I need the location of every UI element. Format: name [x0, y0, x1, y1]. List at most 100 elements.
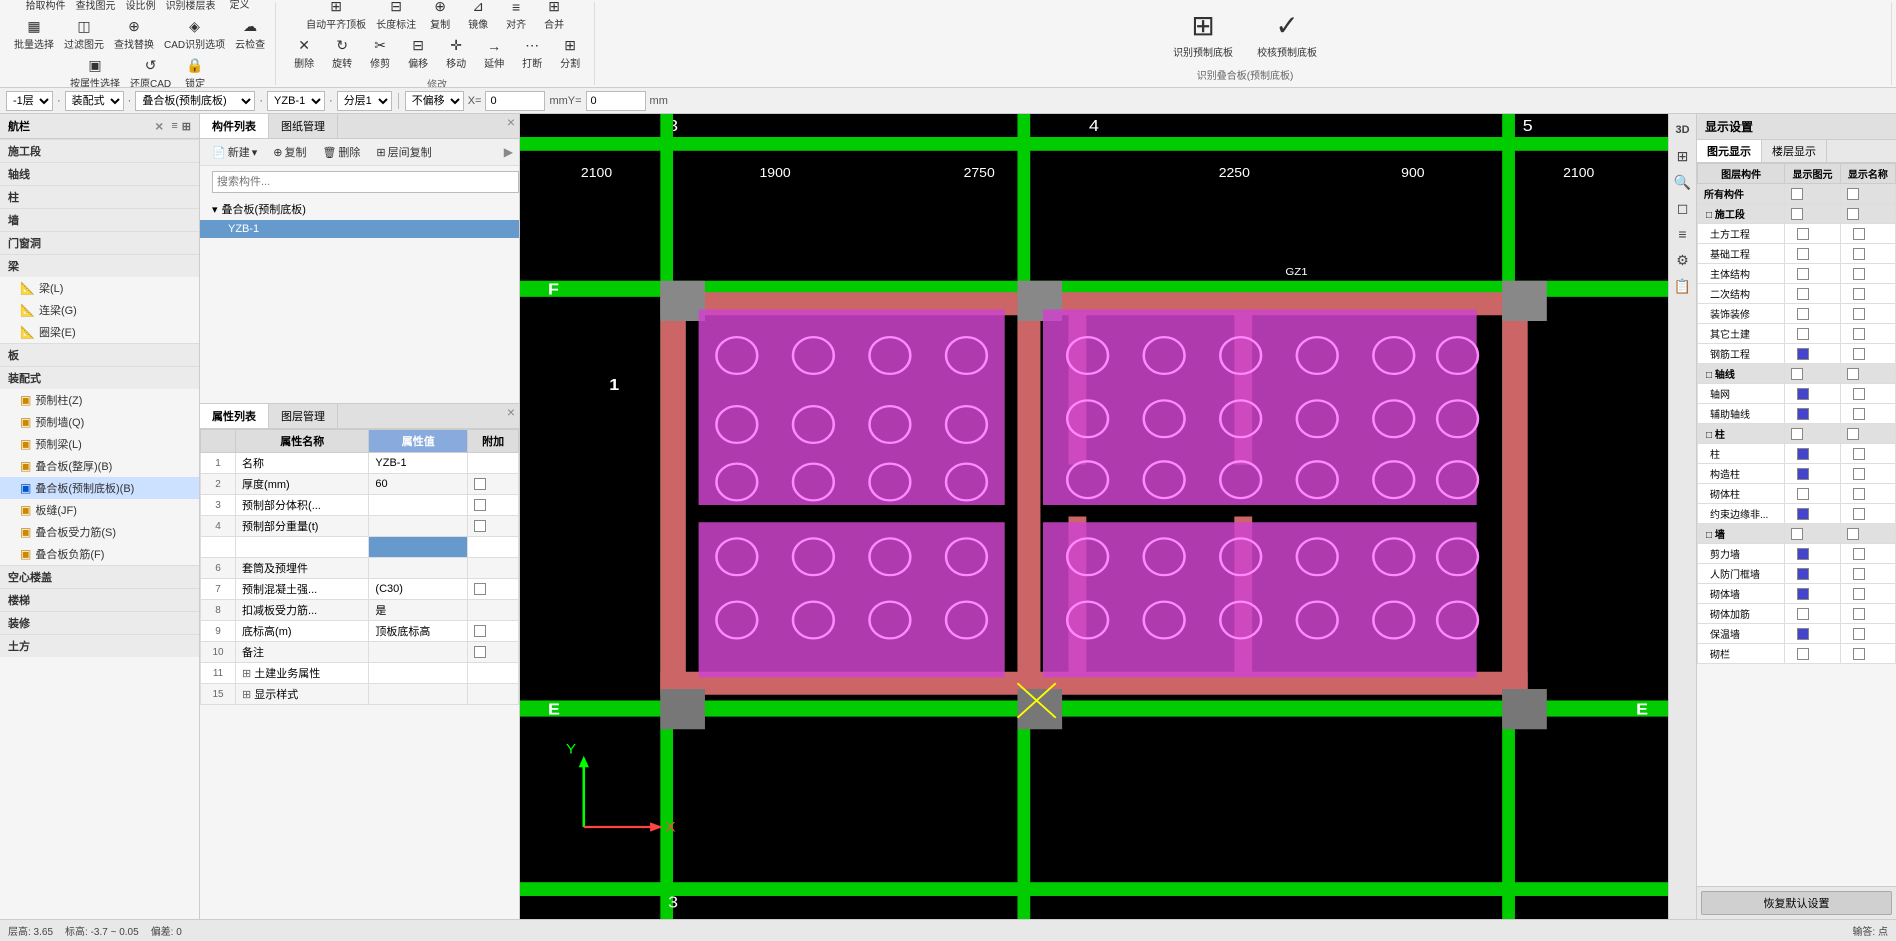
rt-zhuwang-show[interactable]: [1785, 384, 1840, 404]
define-btn[interactable]: ≡ 定义: [222, 0, 258, 13]
rt-tufang-show[interactable]: [1785, 224, 1840, 244]
length-mark-btn[interactable]: ⊟ 长度标注: [372, 0, 420, 33]
rt-jichu-name[interactable]: [1840, 244, 1895, 264]
search-input[interactable]: [212, 171, 519, 193]
mode-select[interactable]: 装配式: [65, 91, 124, 111]
auto-flat-btn[interactable]: ⊞ 自动平齐顶板: [302, 0, 370, 33]
rt-qiti-name[interactable]: [1840, 484, 1895, 504]
prop-val-5[interactable]: [369, 537, 468, 558]
rt-shigong-name[interactable]: [1840, 204, 1895, 224]
batch-select-btn[interactable]: ▦ 批量选择: [10, 16, 58, 53]
rt-tufang-name[interactable]: [1840, 224, 1895, 244]
right-tab-floor[interactable]: 楼层显示: [1762, 140, 1827, 162]
nav-item-yzqiang[interactable]: ▣ 预制墙(Q): [0, 411, 199, 433]
prop-val-4[interactable]: [369, 516, 468, 537]
rt-zhu-name[interactable]: [1840, 424, 1895, 444]
nav-item-fujin[interactable]: ▣ 叠合板负筋(F): [0, 543, 199, 565]
rt-qiang-show[interactable]: [1785, 524, 1840, 544]
prop-val-8[interactable]: 是: [369, 600, 468, 621]
nav-item-lian-liang[interactable]: 📐 连梁(G): [0, 299, 199, 321]
nav-grid-icon[interactable]: ⊞: [182, 120, 191, 133]
restore-cad-btn[interactable]: ↺ 还原CAD: [126, 55, 175, 89]
rt-renfang-show[interactable]: [1785, 564, 1840, 584]
prop-cb-9[interactable]: [468, 621, 519, 642]
canvas-area[interactable]: 3 4 5 2100 1900 2750 2250 900 2100 F E: [520, 114, 1668, 919]
merge-btn[interactable]: ⊞ 合并: [536, 0, 572, 33]
rt-gangjin-name[interactable]: [1840, 344, 1895, 364]
rt-all-show[interactable]: [1785, 184, 1840, 204]
nav-item-yzzhu[interactable]: ▣ 预制柱(Z): [0, 389, 199, 411]
lock-btn[interactable]: 🔒 锁定: [177, 55, 213, 89]
rt-qitiq-show[interactable]: [1785, 584, 1840, 604]
mirror-btn[interactable]: ⊿ 镜像: [460, 0, 496, 33]
comp-new-btn[interactable]: 📄 新建 ▾: [206, 142, 263, 162]
rt-qitijj-name[interactable]: [1840, 604, 1895, 624]
prop-val-2[interactable]: 60: [369, 474, 468, 495]
nav-item-diban-z[interactable]: ▣ 叠合板(整厚)(B): [0, 455, 199, 477]
y-input[interactable]: [586, 91, 646, 111]
prop-cb-2[interactable]: [468, 474, 519, 495]
set-ratio-btn[interactable]: ⊟ 设比例: [122, 0, 160, 14]
rt-zhuangs-name[interactable]: [1840, 304, 1895, 324]
rotate-btn[interactable]: ↻ 旋转: [324, 35, 360, 72]
nav-item-diban-b[interactable]: ▣ 叠合板(预制底板)(B): [0, 477, 199, 499]
rt-yueshuf-show[interactable]: [1785, 504, 1840, 524]
offset-select[interactable]: 不偏移: [405, 91, 464, 111]
cloud-check-btn[interactable]: ☁ 云检查: [231, 16, 269, 53]
delete-btn[interactable]: ✕ 删除: [286, 35, 322, 72]
right-tab-element[interactable]: 图元显示: [1697, 140, 1762, 162]
rt-baowenq-show[interactable]: [1785, 624, 1840, 644]
nav-close[interactable]: ×: [151, 118, 167, 134]
rt-qilan-name[interactable]: [1840, 644, 1895, 664]
trim-btn[interactable]: ✂ 修剪: [362, 35, 398, 72]
layer-btn[interactable]: ≡: [1671, 222, 1695, 246]
prop-tab-attr[interactable]: 属性列表: [200, 404, 269, 428]
prop-val-3[interactable]: [369, 495, 468, 516]
rt-jichu-show[interactable]: [1785, 244, 1840, 264]
prop-val-6[interactable]: [369, 558, 468, 579]
rt-zhuxian-name[interactable]: [1840, 364, 1895, 384]
expand-11[interactable]: ⊞: [242, 668, 251, 680]
tree-node-diban[interactable]: ▾ 叠合板(预制底板): [200, 198, 519, 220]
rt-ercijg-show[interactable]: [1785, 284, 1840, 304]
align-btn[interactable]: ≡ 对齐: [498, 0, 534, 33]
pick-component-btn[interactable]: ✛ 拾取构件: [22, 0, 70, 14]
zoom-in-btn[interactable]: 🔍: [1671, 170, 1695, 194]
settings-btn[interactable]: ⚙: [1671, 248, 1695, 272]
restore-defaults-btn[interactable]: 恢复默认设置: [1701, 891, 1892, 915]
tree-child-yzb1[interactable]: YZB-1: [200, 220, 519, 238]
rt-ercijg-name[interactable]: [1840, 284, 1895, 304]
layer-select[interactable]: 分层1: [337, 91, 392, 111]
rt-qiang-name[interactable]: [1840, 524, 1895, 544]
rt-baowenq-name[interactable]: [1840, 624, 1895, 644]
offset-btn[interactable]: ⊟ 偏移: [400, 35, 436, 72]
identify-composite-btn[interactable]: ⊞ 识别预制底板: [1165, 5, 1241, 63]
move-btn[interactable]: ✛ 移动: [438, 35, 474, 72]
extend-btn[interactable]: → 延伸: [476, 36, 512, 72]
nav-item-banceng[interactable]: ▣ 板缝(JF): [0, 499, 199, 521]
prop-val-15[interactable]: [369, 684, 468, 705]
prop-val-1[interactable]: YZB-1: [369, 453, 468, 474]
prop-cb-10[interactable]: [468, 642, 519, 663]
comp-tab-list[interactable]: 构件列表: [200, 114, 269, 138]
rt-gangjin-show[interactable]: [1785, 344, 1840, 364]
rt-yueshuf-name[interactable]: [1840, 504, 1895, 524]
identify-layer-btn[interactable]: ◈ 识别楼层表: [162, 0, 220, 14]
type-select[interactable]: 叠合板(预制底板): [135, 91, 255, 111]
rt-qita-show[interactable]: [1785, 324, 1840, 344]
dotted-btn[interactable]: ⋯ 打断: [514, 35, 550, 72]
rt-jianliq-name[interactable]: [1840, 544, 1895, 564]
rt-qitijj-show[interactable]: [1785, 604, 1840, 624]
verify-composite-btn[interactable]: ✓ 校核预制底板: [1249, 5, 1325, 63]
nav-item-shoulj[interactable]: ▣ 叠合板受力筋(S): [0, 521, 199, 543]
find-replace-btn[interactable]: ⊕ 查找替换: [110, 16, 158, 53]
rt-zhuz-show[interactable]: [1785, 444, 1840, 464]
rt-zhuz-name[interactable]: [1840, 444, 1895, 464]
more-options[interactable]: ▶: [504, 145, 513, 159]
rt-zhu-show[interactable]: [1785, 424, 1840, 444]
expand-15[interactable]: ⊞: [242, 689, 251, 701]
prop-val-10[interactable]: [369, 642, 468, 663]
rt-zhuxian-show[interactable]: [1785, 364, 1840, 384]
nav-list-icon[interactable]: ≡: [171, 120, 177, 132]
rt-gouzao-show[interactable]: [1785, 464, 1840, 484]
